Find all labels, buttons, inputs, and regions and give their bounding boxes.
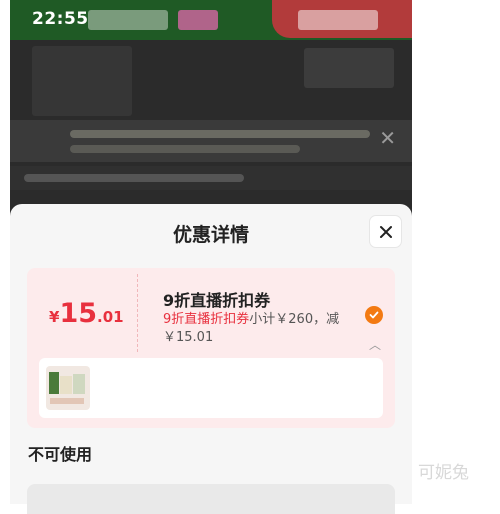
amount-integer: 15 bbox=[59, 298, 98, 329]
coupon-name: 9折直播折扣券 bbox=[163, 291, 271, 310]
coupon-card[interactable]: ¥15.01 9折直播折扣券 9折直播折扣券小计￥260，减￥15.01 ︿ bbox=[27, 268, 395, 428]
coupon-amount: ¥15.01 bbox=[49, 298, 124, 329]
coupon-description: 9折直播折扣券小计￥260，减￥15.01 bbox=[163, 311, 348, 347]
banner-close-icon: ✕ bbox=[379, 126, 396, 150]
coupon-tag: 9折直播折扣券 bbox=[163, 312, 250, 327]
right-blank-area bbox=[412, 0, 500, 499]
unavailable-section-title: 不可使用 bbox=[28, 445, 93, 464]
coupon-divider bbox=[137, 274, 138, 352]
product-thumbnail bbox=[46, 366, 90, 410]
background-banner: ✕ bbox=[10, 120, 412, 162]
watermark: 可妮兔 bbox=[418, 463, 469, 483]
close-button[interactable] bbox=[369, 215, 402, 248]
check-icon[interactable] bbox=[365, 306, 383, 324]
close-icon bbox=[379, 225, 392, 238]
chevron-up-icon[interactable]: ︿ bbox=[369, 336, 381, 353]
amount-decimal: .01 bbox=[97, 308, 124, 326]
coupon-amount-area: ¥15.01 bbox=[27, 268, 137, 356]
status-time: 22:55 bbox=[32, 9, 89, 29]
status-bar: 22:55 bbox=[10, 0, 412, 40]
background-subrow bbox=[10, 166, 412, 190]
applicable-product-card bbox=[39, 358, 383, 418]
unavailable-coupon-card bbox=[27, 484, 395, 514]
discount-details-sheet: 优惠详情 ¥15.01 9折直播折扣券 9折直播折扣券小计￥260，减￥15.0… bbox=[10, 204, 412, 514]
sheet-title: 优惠详情 bbox=[172, 224, 249, 246]
currency-symbol: ¥ bbox=[49, 308, 60, 326]
